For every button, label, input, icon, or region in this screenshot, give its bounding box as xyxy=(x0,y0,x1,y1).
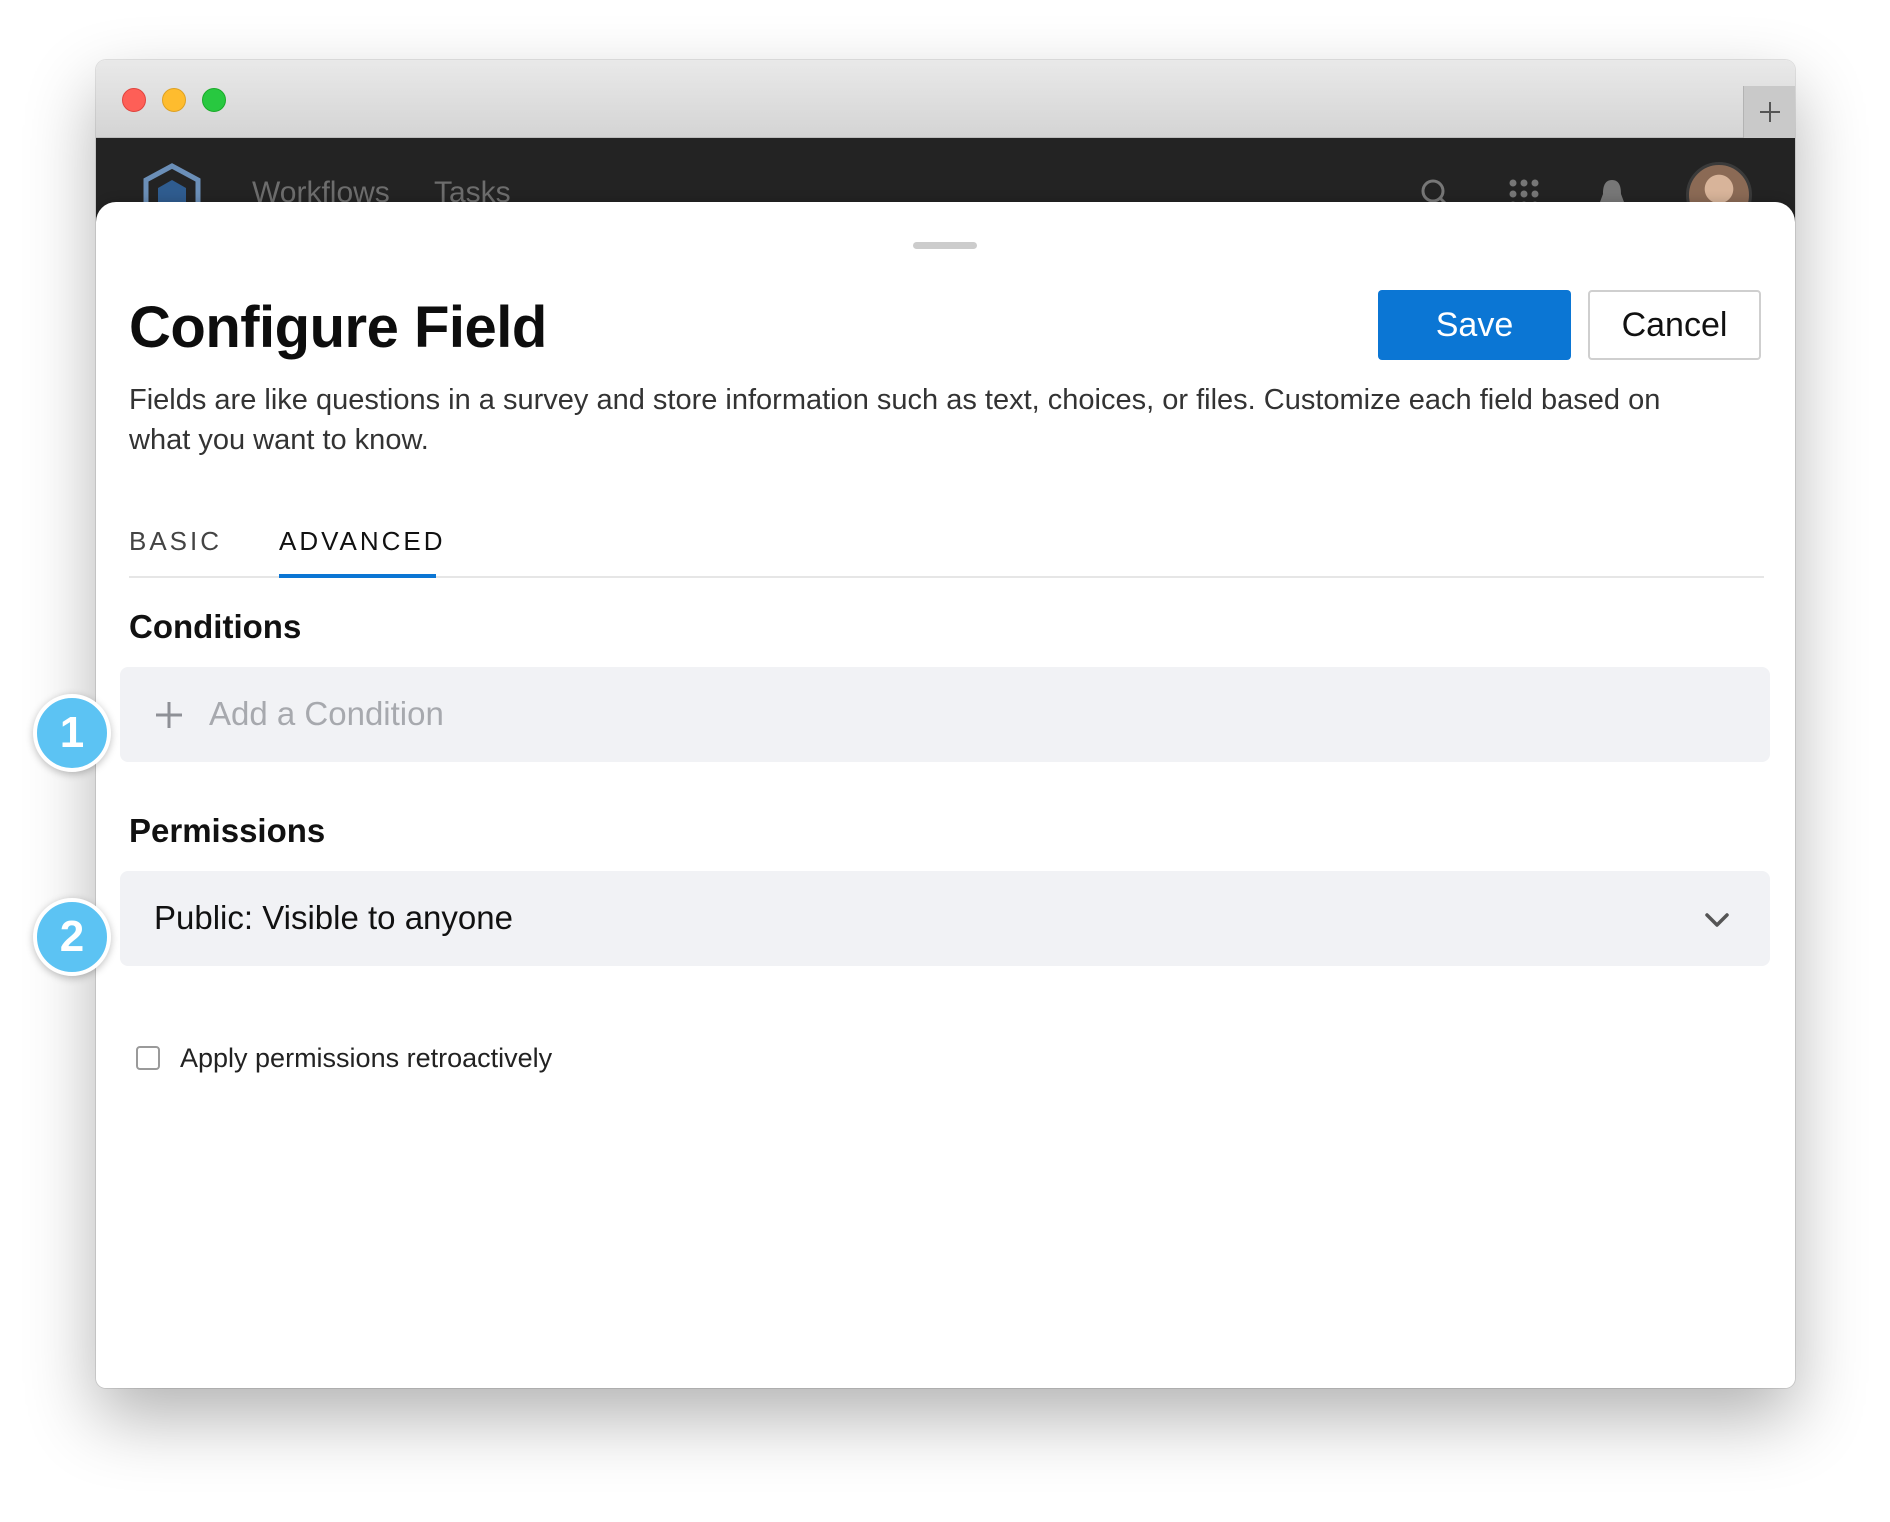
window-titlebar xyxy=(96,60,1795,138)
configure-field-sheet: Configure Field Save Cancel Fields are l… xyxy=(96,202,1795,1388)
callout-1: 1 xyxy=(33,694,111,772)
apply-retroactively-checkbox[interactable] xyxy=(136,1046,160,1070)
permissions-heading: Permissions xyxy=(129,812,326,849)
callout-2: 2 xyxy=(33,898,111,976)
plus-icon xyxy=(1759,102,1780,122)
tab-advanced[interactable]: ADVANCED xyxy=(279,526,446,557)
conditions-heading: Conditions xyxy=(129,608,302,645)
chevron-down-icon xyxy=(1705,913,1729,927)
zoom-window-button[interactable] xyxy=(202,88,226,112)
permissions-select[interactable]: Public: Visible to anyone xyxy=(120,871,1770,966)
save-button[interactable]: Save xyxy=(1378,290,1571,360)
plus-icon xyxy=(156,702,182,728)
sheet-grabber[interactable] xyxy=(913,242,977,249)
browser-window: Workflows Tasks Configure Field Save Can… xyxy=(96,60,1795,1388)
sheet-description: Fields are like questions in a survey an… xyxy=(129,384,1661,456)
add-condition-label: Add a Condition xyxy=(209,695,444,732)
page-title: Configure Field xyxy=(129,295,547,360)
add-condition-button[interactable]: Add a Condition xyxy=(120,667,1770,762)
active-tab-indicator xyxy=(279,574,436,578)
new-tab-button[interactable] xyxy=(1743,86,1795,138)
cancel-button[interactable]: Cancel xyxy=(1588,290,1761,360)
apply-retroactively-option[interactable]: Apply permissions retroactively xyxy=(136,1040,552,1076)
tab-bar: BASIC ADVANCED xyxy=(129,508,1764,578)
tab-basic[interactable]: BASIC xyxy=(129,526,222,557)
minimize-window-button[interactable] xyxy=(162,88,186,112)
close-window-button[interactable] xyxy=(122,88,146,112)
apply-retroactively-label: Apply permissions retroactively xyxy=(180,1042,553,1073)
permissions-selected-value: Public: Visible to anyone xyxy=(154,899,513,936)
